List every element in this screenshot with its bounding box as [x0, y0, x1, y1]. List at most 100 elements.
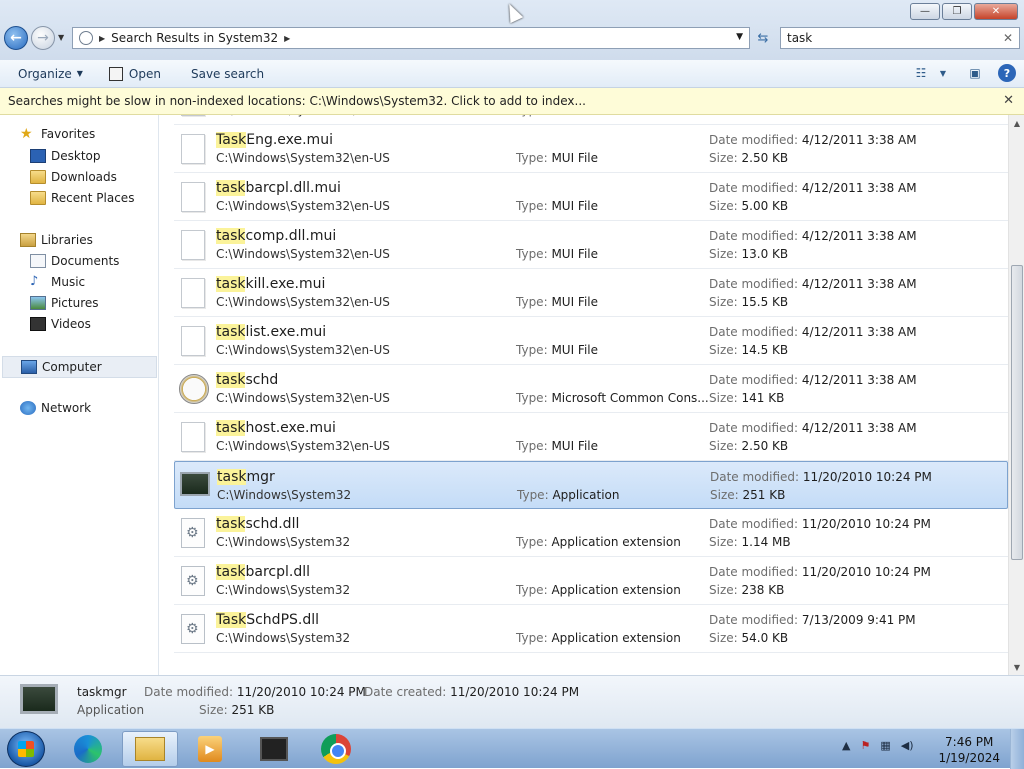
taskbar-media-player[interactable]: ▶ [182, 731, 238, 767]
result-row[interactable]: taskschd.dll C:\Windows\System32 Type: App… [174, 509, 1008, 557]
organize-button[interactable]: Organize ▼ [18, 67, 83, 81]
nav-pictures[interactable]: Pictures [30, 296, 99, 310]
size-label: Size: [709, 535, 738, 549]
nav-documents[interactable]: Documents [30, 254, 119, 268]
nav-downloads[interactable]: Downloads [30, 170, 117, 184]
taskbar-video-app[interactable] [246, 731, 302, 767]
nav-recent-places[interactable]: Recent Places [30, 191, 134, 205]
details-date-created: Date created: 11/20/2010 10:24 PM [364, 685, 579, 699]
vertical-scrollbar[interactable]: ▲ ▼ [1008, 115, 1024, 675]
scrollbar-thumb[interactable] [1011, 265, 1023, 560]
file-name-rest: barcpl.dll.mui [245, 180, 341, 196]
file-type: Type: Application extension [516, 535, 681, 549]
result-row[interactable]: taskbarcpl.dll.mui C:\Windows\System32\en… [174, 173, 1008, 221]
refresh-icon[interactable]: ⇆ [752, 27, 774, 49]
breadcrumb[interactable]: Search Results in System32 [111, 31, 278, 45]
open-label: Open [128, 66, 161, 81]
file-type-value: MUI File [551, 295, 599, 309]
documents-icon [30, 254, 46, 268]
file-type-value: Application extension [551, 631, 681, 645]
scroll-up-icon[interactable]: ▲ [1009, 115, 1024, 131]
network-icon [20, 401, 36, 415]
file-name-match: task [216, 180, 246, 196]
result-row[interactable]: taskhost.exe.mui C:\Windows\System32\en-U… [174, 413, 1008, 461]
file-name: TaskEng.exe.mui [216, 132, 333, 148]
file-name-match: Task [216, 132, 247, 148]
nav-videos-label: Videos [51, 317, 91, 331]
star-icon: ★ [20, 126, 33, 142]
file-size-value: 251 KB [742, 488, 786, 502]
network-status-icon[interactable]: ▦ [880, 739, 890, 752]
result-row[interactable]: TaskEng.exe.mui C:\Windows\System32\en-US… [174, 125, 1008, 173]
file-date-value: 4/12/2011 3:38 AM [801, 373, 917, 387]
preview-pane-icon[interactable]: ▣ [966, 64, 984, 82]
nav-music[interactable]: ♪ Music [30, 275, 85, 289]
file-date-value: 4/12/2011 3:38 AM [801, 277, 917, 291]
file-type-value: MUI File [551, 247, 599, 261]
file-name: taskschd.dll [216, 516, 299, 532]
nav-favorites[interactable]: ★ Favorites [20, 127, 95, 141]
back-button[interactable]: ← [4, 26, 28, 50]
nav-network[interactable]: Network [20, 401, 91, 415]
date-modified-label: Date modified: [709, 373, 799, 387]
organize-label: Organize [18, 66, 72, 81]
clock[interactable]: 7:46 PM 1/19/2024 [938, 734, 1000, 766]
file-date-modified: Date modified: 4/12/2011 3:38 AM [709, 373, 917, 387]
chevron-right-icon[interactable]: ▶ [284, 34, 290, 43]
taskbar-explorer[interactable] [122, 731, 178, 767]
result-row[interactable]: taskcomp.dll.mui C:\Windows\System32\en-U… [174, 221, 1008, 269]
address-bar[interactable]: ▶ Search Results in System32 ▶ ▼ [72, 27, 750, 49]
address-dropdown-icon[interactable]: ▼ [736, 32, 743, 42]
maximize-button[interactable]: ❐ [942, 3, 972, 20]
file-name-rest: kill.exe.mui [245, 276, 326, 292]
file-date-value: 11/20/2010 10:24 PM [801, 565, 931, 579]
result-row[interactable]: taskkill.exe.mui C:\Windows\System32\en-U… [174, 269, 1008, 317]
file-path: C:\Windows\System32\en-US [216, 247, 390, 261]
result-row[interactable]: C:\Windows\System32\en-US Type: MUI File S… [174, 115, 1008, 125]
taskbar-chrome[interactable] [308, 731, 364, 767]
taskbar-edge[interactable] [60, 731, 116, 767]
nav-libraries[interactable]: Libraries [20, 233, 93, 247]
close-infobar-icon[interactable]: ✕ [1003, 93, 1014, 108]
file-name: taskcomp.dll.mui [216, 228, 336, 244]
open-button[interactable]: Open [108, 66, 161, 81]
file-name: taskbarcpl.dll [216, 564, 310, 580]
nav-recent-places-label: Recent Places [51, 191, 135, 205]
help-icon[interactable]: ? [998, 64, 1016, 82]
clear-search-icon[interactable]: ✕ [1003, 31, 1013, 45]
file-type: Type: Application [517, 488, 620, 502]
result-row[interactable]: taskbarcpl.dll C:\Windows\System32 Type: A… [174, 557, 1008, 605]
save-search-button[interactable]: Save search [191, 67, 264, 81]
close-button[interactable]: ✕ [974, 3, 1018, 20]
show-desktop-button[interactable] [1010, 729, 1024, 769]
file-size-value: 5.00 KB [741, 199, 789, 213]
search-input[interactable]: task ✕ [780, 27, 1020, 49]
change-view-icon[interactable]: ☷ [912, 64, 930, 82]
result-row[interactable]: taskmgr C:\Windows\System32 Type: Applicat… [174, 461, 1008, 509]
view-options-dropdown-icon[interactable]: ▼ [934, 64, 952, 82]
action-center-icon[interactable]: ⚑ [860, 739, 870, 752]
file-name: taskbarcpl.dll.mui [216, 180, 341, 196]
nav-videos[interactable]: Videos [30, 317, 91, 331]
result-row[interactable]: tasklist.exe.mui C:\Windows\System32\en-U… [174, 317, 1008, 365]
index-infobar[interactable]: Searches might be slow in non-indexed lo… [0, 88, 1024, 115]
file-name-match: task [217, 469, 247, 485]
forward-button[interactable]: → [31, 26, 55, 50]
nav-desktop[interactable]: Desktop [30, 149, 101, 163]
file-size-value: 2.50 KB [741, 439, 789, 453]
file-size: Size: 2.50 KB [709, 151, 788, 165]
minimize-button[interactable]: — [910, 3, 940, 20]
show-hidden-icons-icon[interactable]: ▲ [842, 739, 850, 752]
start-button[interactable] [7, 731, 45, 767]
blank-file-icon [181, 422, 205, 452]
dll-icon [181, 566, 205, 596]
result-row[interactable]: TaskSchdPS.dll C:\Windows\System32 Type: A… [174, 605, 1008, 653]
nav-computer[interactable]: Computer [2, 356, 157, 378]
scroll-down-icon[interactable]: ▼ [1009, 659, 1024, 675]
volume-icon[interactable]: ◀) [901, 739, 914, 752]
result-row[interactable]: taskschd C:\Windows\System32\en-US Type: M… [174, 365, 1008, 413]
recent-pages-dropdown[interactable]: ▼ [58, 33, 64, 42]
blank-file-icon [181, 230, 205, 260]
date-modified-label: Date modified: [709, 229, 799, 243]
file-name-rest: barcpl.dll [245, 564, 310, 580]
